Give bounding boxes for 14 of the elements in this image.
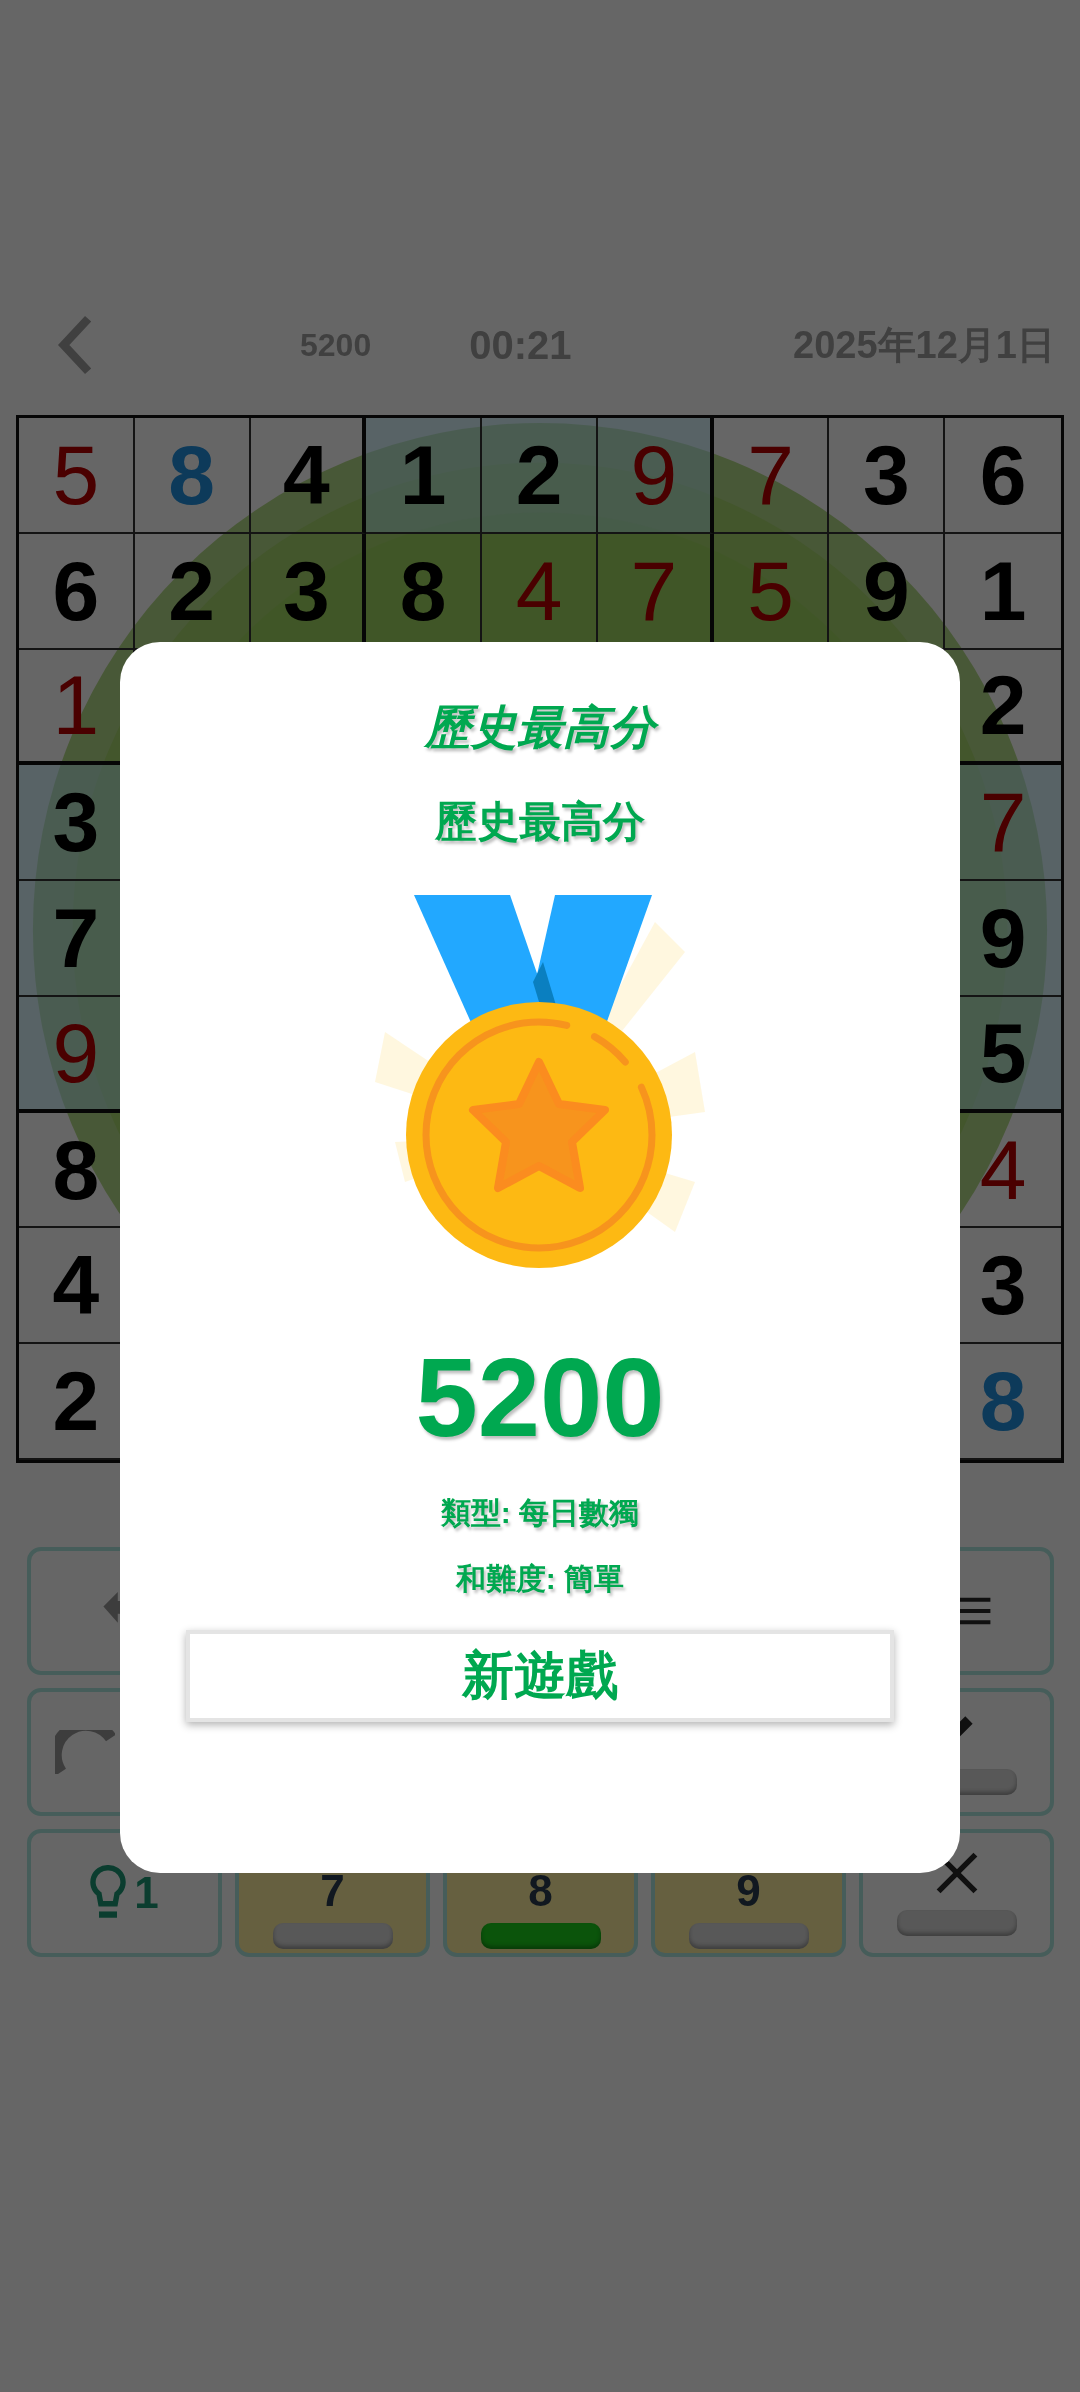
grid-cell[interactable]: 6 (19, 533, 135, 650)
arc-icon (54, 1730, 115, 1774)
dialog-subtitle: 歷史最高分 (435, 797, 645, 848)
grid-cell[interactable]: 7 (713, 418, 830, 534)
grid-cell[interactable]: 1 (945, 533, 1061, 650)
grid-cell[interactable]: 8 (134, 418, 251, 534)
difficulty-text: 和難度: 簡單 (455, 1563, 625, 1594)
high-score-value: 5200 (415, 1341, 665, 1454)
grid-cell[interactable]: 6 (945, 418, 1061, 534)
grid-cell[interactable]: 5 (19, 418, 135, 534)
grid-cell[interactable]: 4 (250, 418, 367, 534)
new-game-button[interactable]: 新遊戲 (186, 1629, 894, 1722)
game-type-text: 類型: 每日數獨 (440, 1497, 640, 1528)
grid-cell[interactable]: 3 (829, 418, 946, 534)
